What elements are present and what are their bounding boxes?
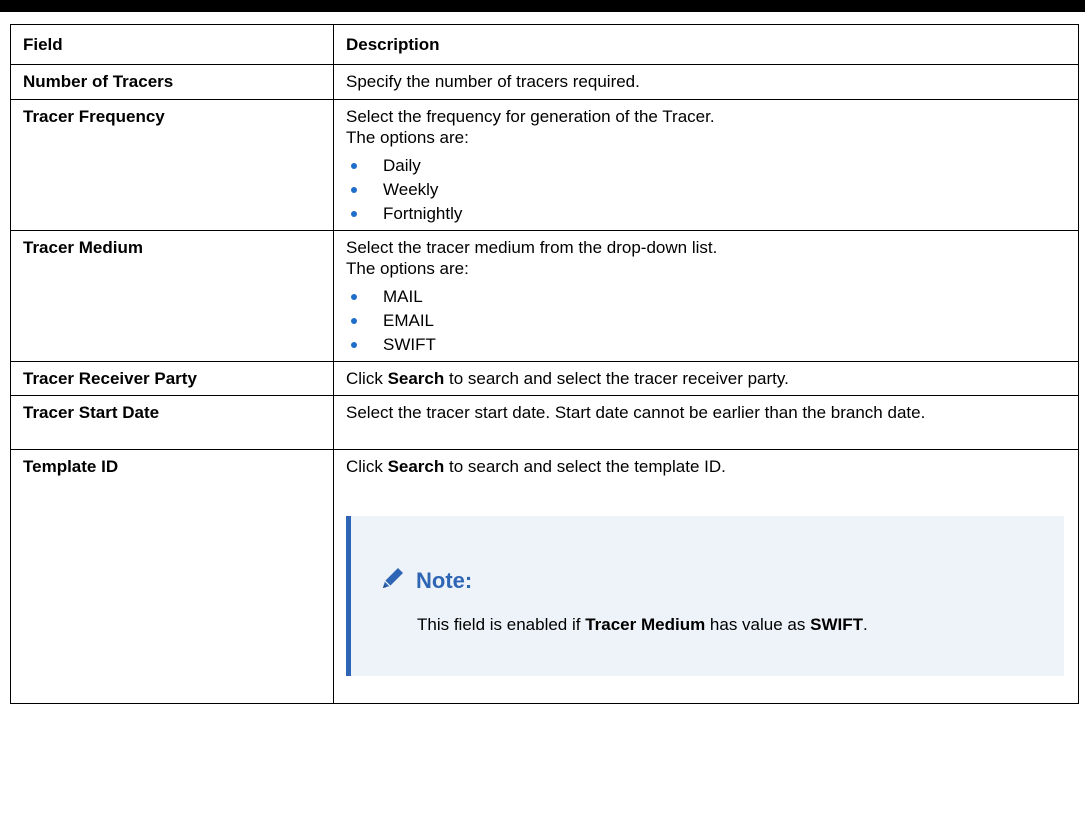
description-template-id: Click Search to search and select the te…: [333, 449, 1079, 704]
description-text-line: Click Search to search and select the te…: [346, 456, 1068, 477]
field-tracer-frequency: Tracer Frequency: [10, 99, 334, 231]
description-tracer-medium: Select the tracer medium from the drop-d…: [333, 230, 1079, 362]
note-header: Note:: [379, 564, 472, 597]
table-row: Tracer Receiver Party Click Search to se…: [10, 361, 1079, 396]
list-item: Weekly: [346, 178, 1068, 202]
description-tracer-receiver-party: Click Search to search and select the tr…: [333, 361, 1079, 396]
list-item: SWIFT: [346, 333, 1068, 357]
bullet-icon: [351, 187, 357, 193]
search-keyword: Search: [387, 457, 445, 476]
options-list: MAIL EMAIL SWIFT: [346, 285, 1068, 357]
field-tracer-medium: Tracer Medium: [10, 230, 334, 362]
bullet-icon: [351, 318, 357, 324]
description-number-of-tracers: Specify the number of tracers required.: [333, 64, 1079, 100]
description-text: to search and select the template ID.: [444, 457, 726, 476]
options-list: Daily Weekly Fortnightly: [346, 154, 1068, 226]
table-row: Tracer Start Date Select the tracer star…: [10, 395, 1079, 450]
list-item: Fortnightly: [346, 202, 1068, 226]
bullet-icon: [351, 211, 357, 217]
option-label: Fortnightly: [383, 204, 463, 223]
note-bold-swift: SWIFT: [810, 615, 863, 634]
field-template-id: Template ID: [10, 449, 334, 704]
table-row: Tracer Frequency Select the frequency fo…: [10, 99, 1079, 231]
bullet-icon: [351, 342, 357, 348]
option-label: SWIFT: [383, 335, 436, 354]
note-text: This field is enabled if Tracer Medium h…: [417, 614, 977, 636]
search-keyword: Search: [387, 369, 445, 388]
option-label: MAIL: [383, 287, 423, 306]
header-field: Field: [10, 24, 334, 65]
field-tracer-start-date: Tracer Start Date: [10, 395, 334, 450]
bullet-icon: [351, 163, 357, 169]
description-line: The options are:: [346, 128, 469, 147]
table-row: Tracer Medium Select the tracer medium f…: [10, 230, 1079, 362]
table-row: Number of Tracers Specify the number of …: [10, 64, 1079, 100]
description-text: Click: [346, 457, 388, 476]
list-item: EMAIL: [346, 309, 1068, 333]
description-tracer-start-date: Select the tracer start date. Start date…: [333, 395, 1079, 450]
pencil-icon: [379, 564, 407, 597]
description-text: to search and select the tracer receiver…: [444, 369, 789, 388]
bullet-icon: [351, 294, 357, 300]
option-label: Daily: [383, 156, 421, 175]
description-line: Select the tracer medium from the drop-d…: [346, 238, 718, 257]
note-bold-tracer-medium: Tracer Medium: [585, 615, 706, 634]
option-label: EMAIL: [383, 311, 435, 330]
description-line: The options are:: [346, 259, 469, 278]
header-description: Description: [333, 24, 1079, 65]
list-item: Daily: [346, 154, 1068, 178]
note-text-part: This field is enabled if: [417, 615, 586, 634]
note-text-part: .: [863, 615, 868, 634]
table-header-row: Field Description: [10, 24, 1079, 65]
list-item: MAIL: [346, 285, 1068, 309]
description-text: Click: [346, 369, 388, 388]
description-tracer-frequency: Select the frequency for generation of t…: [333, 99, 1079, 231]
top-border-bar: [0, 0, 1085, 12]
field-number-of-tracers: Number of Tracers: [10, 64, 334, 100]
note-text-part: has value as: [705, 615, 811, 634]
note-box: Note: This field is enabled if Tracer Me…: [346, 516, 1064, 676]
field-tracer-receiver-party: Tracer Receiver Party: [10, 361, 334, 396]
note-title: Note:: [416, 568, 473, 593]
field-description-table: Field Description Number of Tracers Spec…: [10, 24, 1079, 704]
description-line: Select the frequency for generation of t…: [346, 107, 715, 126]
option-label: Weekly: [383, 180, 439, 199]
table-row: Template ID Click Search to search and s…: [10, 449, 1079, 704]
